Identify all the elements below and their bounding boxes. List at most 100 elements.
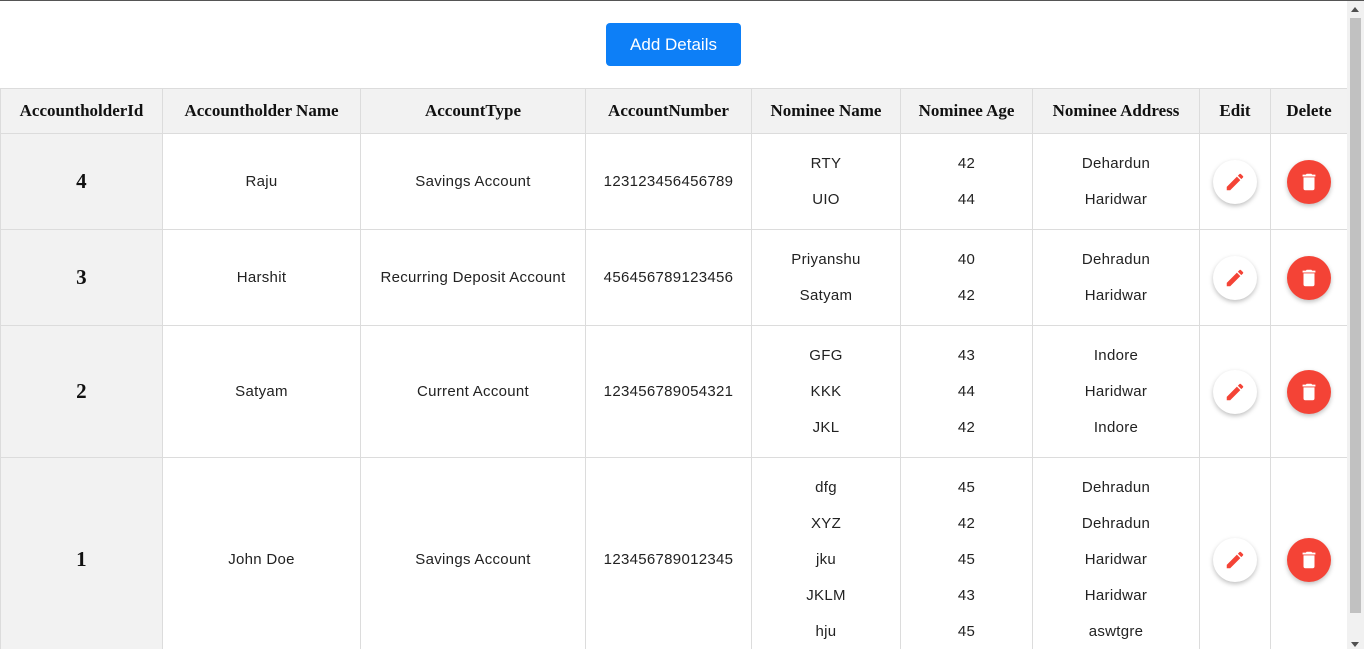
header-accountholder-id: AccountholderId [0, 88, 163, 134]
nominee-name: hju [815, 622, 837, 640]
nominee-age-cell: 42 44 [900, 133, 1033, 230]
nominee-name: JKL [812, 418, 840, 436]
nominee-address-cell: Dehradun Haridwar [1032, 229, 1200, 326]
trash-icon [1298, 267, 1320, 289]
trash-icon [1298, 171, 1320, 193]
delete-button[interactable] [1287, 369, 1331, 414]
nominee-address: Dehradun [1081, 250, 1151, 268]
edit-button[interactable] [1213, 537, 1257, 582]
nominee-address-cell: Indore Haridwar Indore [1032, 325, 1200, 458]
nominee-age-cell: 45 42 45 43 45 [900, 457, 1033, 649]
accountholder-id: 2 [0, 325, 163, 458]
add-details-button[interactable]: Add Details [606, 23, 741, 66]
edit-cell [1199, 325, 1271, 458]
trash-icon [1298, 549, 1320, 571]
nominee-age: 45 [957, 478, 976, 496]
nominee-age: 44 [957, 382, 976, 400]
delete-button[interactable] [1287, 537, 1331, 582]
nominee-age: 43 [957, 346, 976, 364]
edit-button[interactable] [1213, 255, 1257, 300]
nominee-age: 45 [957, 622, 976, 640]
edit-cell [1199, 133, 1271, 230]
pencil-icon [1224, 171, 1246, 193]
account-type: Current Account [360, 325, 586, 458]
accountholder-name: John Doe [162, 457, 361, 649]
nominee-age-cell: 40 42 [900, 229, 1033, 326]
account-number: 456456789123456 [585, 229, 752, 326]
delete-cell [1270, 325, 1347, 458]
account-number: 123123456456789 [585, 133, 752, 230]
nominee-name: KKK [810, 382, 842, 400]
header-edit: Edit [1199, 88, 1271, 134]
scroll-down-arrow-icon[interactable] [1351, 642, 1359, 647]
nominee-age: 43 [957, 586, 976, 604]
page: Add Details AccountholderId Accountholde… [0, 0, 1364, 649]
delete-button[interactable] [1287, 255, 1331, 300]
pencil-icon [1224, 267, 1246, 289]
table-body: 4 Raju Savings Account 123123456456789 RTY UI… [0, 133, 1347, 649]
account-type: Savings Account [360, 133, 586, 230]
nominee-age: 42 [957, 286, 976, 304]
nominee-address: Haridwar [1084, 382, 1148, 400]
nominee-address: Dehradun [1081, 514, 1151, 532]
accounts-table: AccountholderId Accountholder Name Accou… [0, 88, 1347, 649]
trash-icon [1298, 381, 1320, 403]
vertical-scrollbar[interactable] [1347, 1, 1364, 649]
table-row: 1 John Doe Savings Account 123456789012345 d… [0, 457, 1347, 649]
nominee-address: Dehardun [1081, 154, 1151, 172]
nominee-name-cell: Priyanshu Satyam [751, 229, 901, 326]
nominee-address: Haridwar [1084, 190, 1148, 208]
nominee-name: GFG [809, 346, 843, 364]
nominee-age: 42 [957, 418, 976, 436]
table-header-row: AccountholderId Accountholder Name Accou… [0, 88, 1347, 134]
accountholder-id: 1 [0, 457, 163, 649]
main-content: Add Details AccountholderId Accountholde… [0, 1, 1347, 649]
scroll-up-arrow-icon[interactable] [1351, 7, 1359, 12]
table-row: 3 Harshit Recurring Deposit Account 4564567… [0, 229, 1347, 326]
account-type: Savings Account [360, 457, 586, 649]
nominee-address-cell: Dehradun Dehradun Haridwar Haridwar aswtgre [1032, 457, 1200, 649]
accountholder-id: 3 [0, 229, 163, 326]
nominee-name-cell: RTY UIO [751, 133, 901, 230]
pencil-icon [1224, 549, 1246, 571]
header-accountholder-name: Accountholder Name [162, 88, 361, 134]
nominee-name: jku [815, 550, 837, 568]
header-account-type: AccountType [360, 88, 586, 134]
accountholder-id: 4 [0, 133, 163, 230]
nominee-name: UIO [812, 190, 840, 208]
delete-cell [1270, 133, 1347, 230]
nominee-address: Haridwar [1084, 550, 1148, 568]
nominee-name-cell: GFG KKK JKL [751, 325, 901, 458]
account-type: Recurring Deposit Account [360, 229, 586, 326]
scroll-thumb[interactable] [1350, 18, 1361, 613]
nominee-name: JKLM [806, 586, 846, 604]
account-number: 123456789012345 [585, 457, 752, 649]
nominee-name: Priyanshu [791, 250, 861, 268]
header-nominee-address: Nominee Address [1032, 88, 1200, 134]
accountholder-name: Raju [162, 133, 361, 230]
header-nominee-name: Nominee Name [751, 88, 901, 134]
delete-cell [1270, 229, 1347, 326]
nominee-address: Indore [1093, 418, 1139, 436]
edit-cell [1199, 229, 1271, 326]
header-nominee-age: Nominee Age [900, 88, 1033, 134]
nominee-name: XYZ [810, 514, 842, 532]
account-number: 123456789054321 [585, 325, 752, 458]
nominee-address: Indore [1093, 346, 1139, 364]
nominee-age: 44 [957, 190, 976, 208]
toolbar: Add Details [0, 1, 1347, 88]
table-row: 4 Raju Savings Account 123123456456789 RTY UI… [0, 133, 1347, 230]
edit-cell [1199, 457, 1271, 649]
table-row: 2 Satyam Current Account 123456789054321 GFG… [0, 325, 1347, 458]
pencil-icon [1224, 381, 1246, 403]
nominee-address: Haridwar [1084, 286, 1148, 304]
header-account-number: AccountNumber [585, 88, 752, 134]
accountholder-name: Harshit [162, 229, 361, 326]
edit-button[interactable] [1213, 369, 1257, 414]
nominee-age-cell: 43 44 42 [900, 325, 1033, 458]
edit-button[interactable] [1213, 159, 1257, 204]
nominee-address: Dehradun [1081, 478, 1151, 496]
delete-button[interactable] [1287, 159, 1331, 204]
header-delete: Delete [1270, 88, 1347, 134]
nominee-name: Satyam [799, 286, 853, 304]
